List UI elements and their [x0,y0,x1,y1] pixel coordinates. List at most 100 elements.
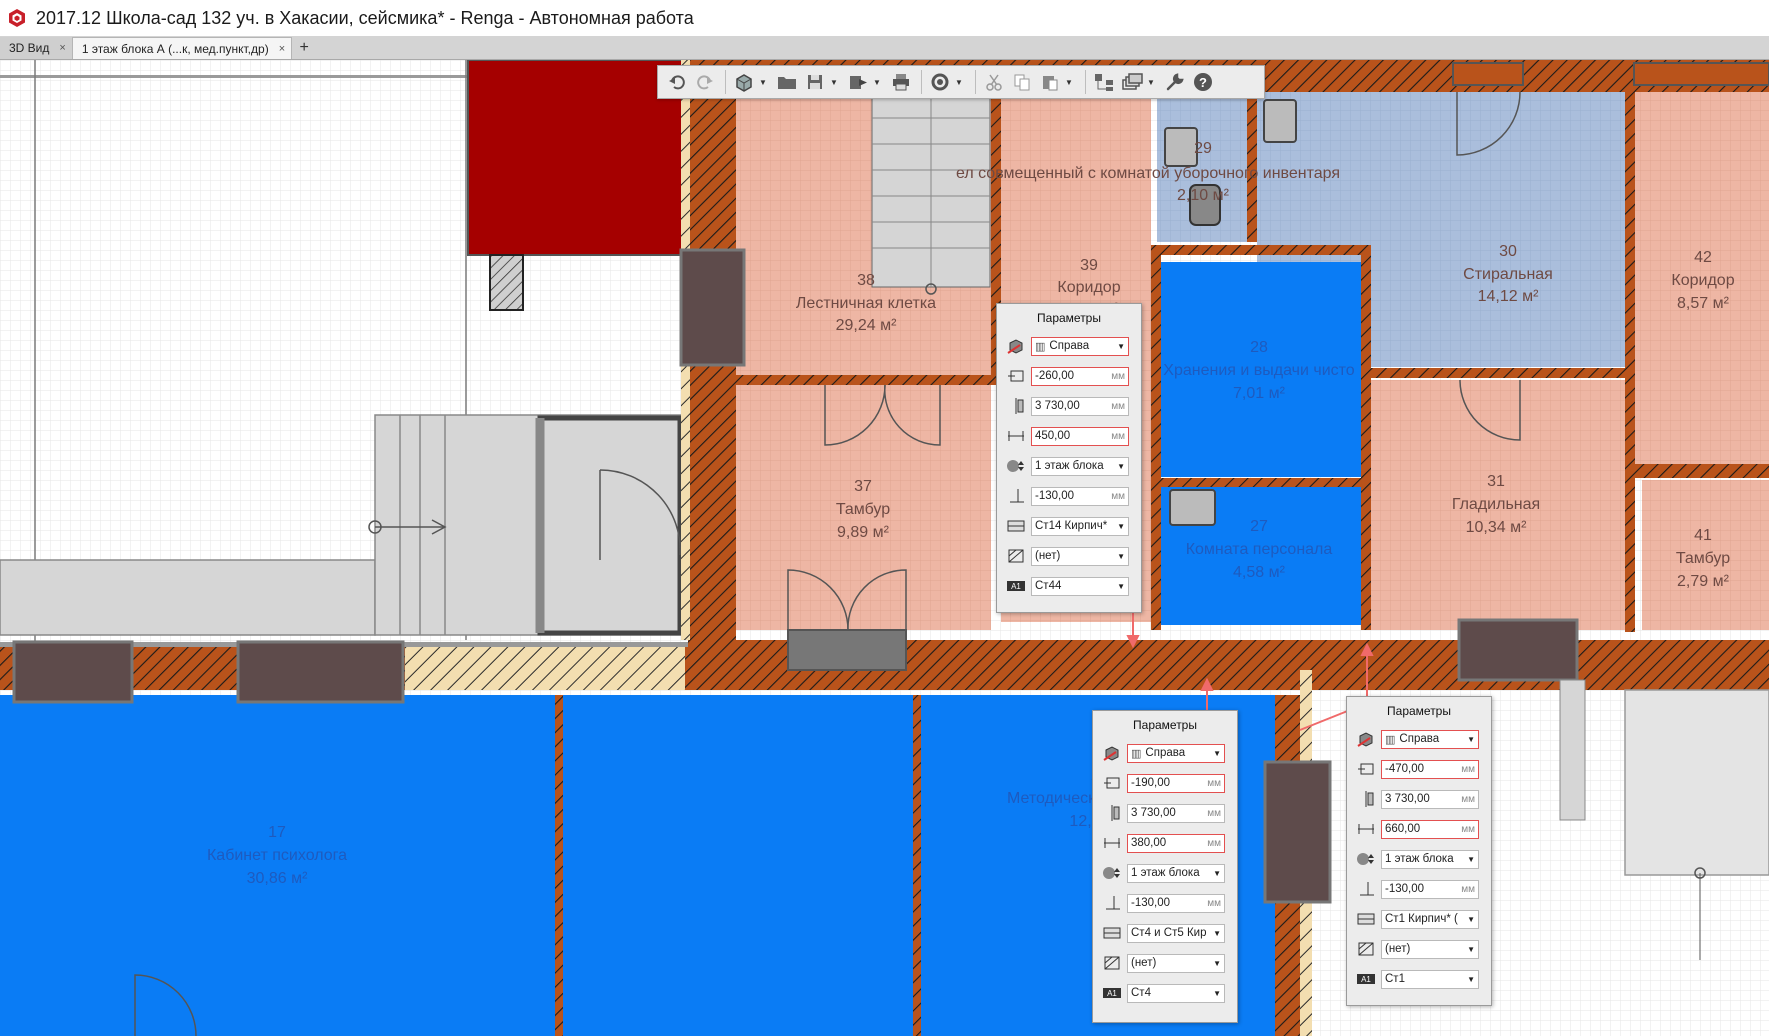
elevation-input[interactable]: -130,00 мм [1031,486,1129,506]
svg-text:2,79 м²: 2,79 м² [1677,573,1730,590]
material-select[interactable]: Ст14 Кирпич* ▼ [1031,516,1129,536]
wall-side-icon: ▥ [1385,733,1396,746]
copy-button[interactable] [1009,69,1035,95]
svg-text:10,34 м²: 10,34 м² [1466,519,1527,536]
height-input[interactable]: 3 730,00 мм [1031,396,1129,416]
level-select[interactable]: 1 этаж блока ▼ [1381,849,1479,869]
svg-text:30,86 м²: 30,86 м² [247,870,308,887]
3d-view-button[interactable] [731,69,757,95]
hatch-select[interactable]: (нет) ▼ [1031,546,1129,566]
redo-icon [697,75,713,90]
close-icon[interactable]: × [279,43,285,55]
panel-title: Параметры [1387,704,1451,718]
help-icon: ? [1194,73,1212,91]
offset-input[interactable]: -260,00 мм [1031,366,1129,386]
tab-floor-plan[interactable]: 1 этаж блока А (...к, мед.пункт,др) × [72,37,293,59]
thickness-input[interactable]: 450,00 мм [1031,426,1129,446]
height-icon [1005,396,1027,416]
level-select[interactable]: 1 этаж блока ▼ [1127,863,1225,883]
panel-title: Параметры [1133,718,1197,732]
elevation-input[interactable]: -130,00 мм [1127,893,1225,913]
chevron-down-icon[interactable]: ▼ [759,78,768,87]
svg-text:17: 17 [268,824,286,841]
hatch-icon [1101,953,1123,973]
svg-text:?: ? [1199,75,1207,90]
chevron-down-icon[interactable]: ▼ [873,78,882,87]
elevation-icon [1101,893,1123,913]
quick-access-toolbar: ▼ ▼ ▼ ▼ ▼ ▼ ? [657,65,1265,99]
tab-3d-view[interactable]: 3D Вид × [0,37,73,59]
svg-text:28: 28 [1250,339,1268,356]
mark-icon: A1 [1005,576,1027,596]
sync-button[interactable] [927,69,953,95]
tab-label: 3D Вид [9,41,50,55]
svg-text:41: 41 [1694,527,1712,544]
print-button[interactable] [888,69,914,95]
help-button[interactable]: ? [1190,69,1216,95]
material-select[interactable]: Ст1 Кирпич* (▼ [1381,909,1479,929]
mark-select[interactable]: Ст4 ▼ [1127,983,1225,1003]
level-select[interactable]: 1 этаж блока ▼ [1031,456,1129,476]
save-button[interactable] [802,69,828,95]
floor-plan-drawing[interactable]: 38 Лестничная клетка 29,24 м² 39 Коридор… [0,60,1769,1036]
close-icon[interactable]: × [59,42,65,54]
material-icon [1005,516,1027,536]
redo-button[interactable] [692,69,718,95]
chevron-down-icon[interactable]: ▼ [1065,78,1074,87]
wall-side-icon: ▥ [1035,340,1046,353]
export-button[interactable] [845,69,871,95]
thickness-input[interactable]: 660,00 мм [1381,819,1479,839]
copy-icon [1014,74,1030,91]
chevron-down-icon[interactable]: ▼ [955,78,964,87]
thickness-icon [1355,819,1377,839]
svg-text:31: 31 [1487,473,1505,490]
level-icon [1355,849,1377,869]
undo-icon [669,75,685,90]
height-input[interactable]: 3 730,00 мм [1381,789,1479,809]
paste-icon [1043,76,1058,91]
settings-button[interactable] [1162,69,1188,95]
position-select[interactable]: ▥ Справа ▼ [1031,336,1129,356]
svg-text:37: 37 [854,478,872,495]
svg-text:8,57 м²: 8,57 м² [1677,295,1730,312]
mark-select[interactable]: Ст1 ▼ [1381,969,1479,989]
toolbar-separator [921,70,922,94]
open-button[interactable] [774,69,800,95]
layers-button[interactable] [1119,69,1145,95]
floor-plan-canvas[interactable]: 38 Лестничная клетка 29,24 м² 39 Коридор… [0,60,1769,1036]
panel-title: Параметры [1037,311,1101,325]
height-input[interactable]: 3 730,00 мм [1127,803,1225,823]
svg-text:Кабинет психолога: Кабинет психолога [207,847,347,864]
mark-icon: A1 [1101,983,1123,1003]
renga-app-icon[interactable] [6,7,28,29]
parameters-panel-3: Параметры ▥ Справа ▼ -470,00 мм 3 730,00 мм … [1346,696,1492,1006]
hatch-select[interactable]: (нет) ▼ [1381,939,1479,959]
paste-button[interactable] [1037,69,1063,95]
add-tab-button[interactable]: + [292,37,316,59]
position-select[interactable]: ▥ Справа ▼ [1381,729,1479,749]
svg-text:Комната персонала: Комната персонала [1186,541,1333,558]
offset-input[interactable]: -190,00 мм [1127,773,1225,793]
hatch-select[interactable]: (нет) ▼ [1127,953,1225,973]
undo-button[interactable] [664,69,690,95]
wall-side-icon: ▥ [1131,747,1142,760]
elevation-input[interactable]: -130,00 мм [1381,879,1479,899]
svg-text:38: 38 [857,272,875,289]
print-icon [893,74,909,91]
position-select[interactable]: ▥ Справа ▼ [1127,743,1225,763]
cut-button[interactable] [981,69,1007,95]
project-tree-button[interactable] [1091,69,1117,95]
chevron-down-icon[interactable]: ▼ [830,78,839,87]
material-icon [1101,923,1123,943]
chevron-down-icon[interactable]: ▼ [1147,78,1156,87]
height-icon [1101,803,1123,823]
hatch-icon [1005,546,1027,566]
position-icon [1355,729,1377,749]
material-select[interactable]: Ст4 и Ст5 Кир ▼ [1127,923,1225,943]
svg-text:A1: A1 [1107,989,1117,998]
svg-text:29,24 м²: 29,24 м² [836,317,897,334]
offset-input[interactable]: -470,00 мм [1381,759,1479,779]
thickness-input[interactable]: 380,00 мм [1127,833,1225,853]
mark-select[interactable]: Ст44 ▼ [1031,576,1129,596]
svg-text:ел совмещенный с комнатой убор: ел совмещенный с комнатой уборочного инв… [956,165,1340,182]
